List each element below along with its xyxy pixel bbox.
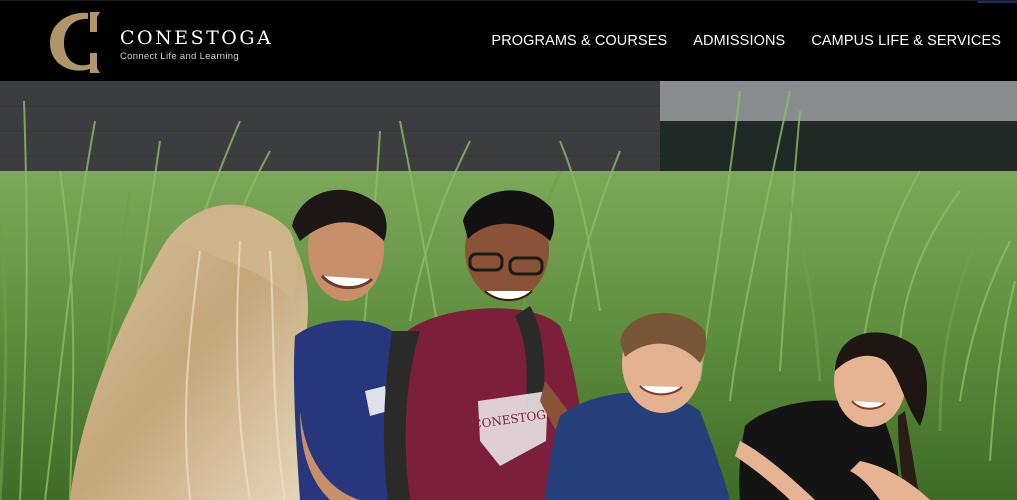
site-header: CONESTOGA Connect Life and Learning PROG… [0,0,1017,81]
nav-programs-courses[interactable]: PROGRAMS & COURSES [491,33,667,49]
main-navigation: PROGRAMS & COURSES ADMISSIONS CAMPUS LIF… [491,33,1001,49]
hero-photo-students: CONESTOGA [0,81,1017,500]
nav-admissions[interactable]: ADMISSIONS [693,33,785,49]
brand-home-link[interactable]: CONESTOGA Connect Life and Learning [42,9,273,75]
brand-name: CONESTOGA [120,26,274,49]
nav-campus-life-services[interactable]: CAMPUS LIFE & SERVICES [811,33,1001,49]
header-accent-line [977,1,1017,3]
brand-tagline: Connect Life and Learning [120,50,239,62]
conestoga-c-logo-icon [50,12,100,73]
hero-banner: CONESTOGA [0,81,1017,500]
brand-text: CONESTOGA Connect Life and Learning [120,27,273,62]
